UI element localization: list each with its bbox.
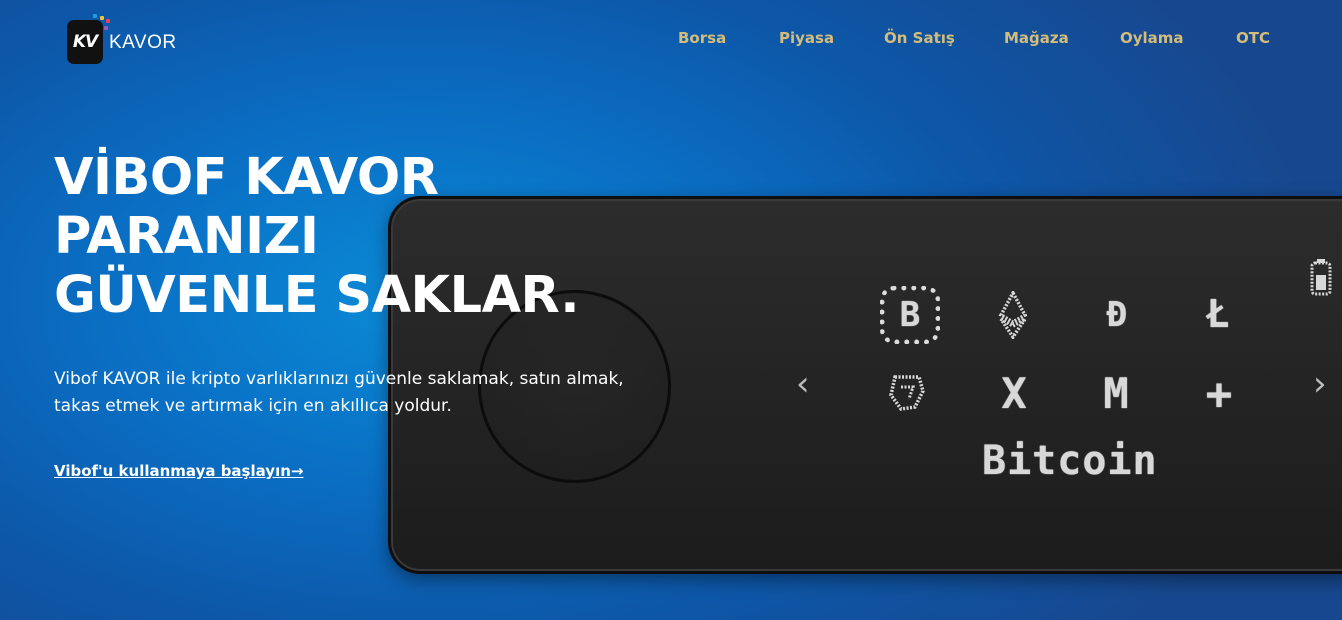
logo-dot <box>93 14 97 18</box>
add-icon: + <box>1205 368 1233 420</box>
tezos-icon <box>884 370 930 416</box>
nav-item-piyasa[interactable]: Piyasa <box>779 29 834 47</box>
logo-dot <box>104 26 108 30</box>
logo-dot <box>106 19 110 23</box>
nav-item-otc[interactable]: OTC <box>1236 29 1270 47</box>
hero-description-line: takas etmek ve artırmak için en akıllıca… <box>54 396 452 416</box>
hero-description-line: Vibof KAVOR ile kripto varlıklarınızı gü… <box>54 369 624 389</box>
nav-item-on-satis[interactable]: Ön Satış <box>884 29 955 47</box>
get-started-link[interactable]: Vibof'u kullanmaya başlayın→ <box>54 462 303 480</box>
logo-dot <box>100 16 104 20</box>
ripple-icon: X <box>1001 368 1027 418</box>
hero-description: Vibof KAVOR ile kripto varlıklarınızı gü… <box>54 366 654 420</box>
logo-mark-text: KV <box>72 32 98 52</box>
hero-title-line: PARANIZI <box>54 207 319 266</box>
nav-item-borsa[interactable]: Borsa <box>678 29 726 47</box>
hero-title-line: GÜVENLE SAKLAR. <box>54 266 580 325</box>
dogecoin-icon: Đ <box>1106 295 1128 335</box>
ethereum-icon <box>995 290 1031 340</box>
selected-coin-label: Bitcoin <box>982 438 1158 484</box>
battery-icon <box>1307 256 1335 298</box>
hero-title-line: VİBOF KAVOR <box>54 148 439 207</box>
nav-item-magaza[interactable]: Mağaza <box>1004 29 1069 47</box>
monero-icon: M <box>1103 368 1129 418</box>
litecoin-icon: Ł <box>1206 292 1230 336</box>
nav-item-oylama[interactable]: Oylama <box>1120 29 1184 47</box>
hero-title: VİBOF KAVOR PARANIZI GÜVENLE SAKLAR. <box>54 148 580 325</box>
chevron-left-icon: ‹ <box>796 364 810 404</box>
chevron-right-icon: › <box>1313 364 1327 404</box>
brand-name: KAVOR <box>109 32 177 53</box>
brand-logo[interactable]: KV KAVOR <box>67 14 177 64</box>
logo-icon: KV <box>67 14 110 64</box>
bitcoin-icon: B <box>880 286 940 344</box>
